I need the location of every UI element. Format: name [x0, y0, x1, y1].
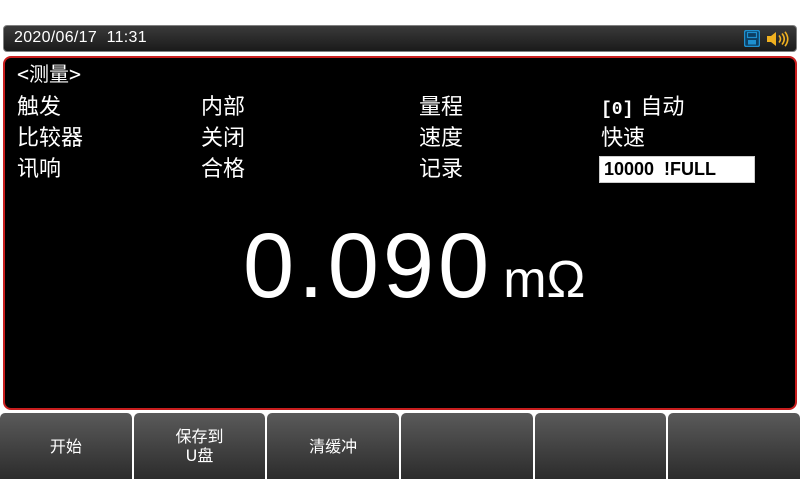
range-value[interactable]: [0] 自动: [601, 94, 684, 124]
softkey-4[interactable]: [401, 413, 533, 479]
trigger-value[interactable]: 内部: [201, 94, 245, 122]
save-to-usb-button[interactable]: 保存到 U盘: [133, 413, 266, 479]
instrument-screen: 2020/06/17 11:31 <测量> 触发 内部 量程 [0] 自动 比较…: [0, 0, 800, 500]
trigger-label: 触发: [17, 95, 62, 120]
range-label: 量程: [419, 95, 464, 120]
comparator-label: 比较器: [17, 126, 84, 151]
measurement-panel: <测量> 触发 内部 量程 [0] 自动 比较器 关闭 速度 快速 讯响 合格 …: [3, 56, 797, 410]
comparator-value[interactable]: 关闭: [201, 125, 245, 153]
speaker-sound-icon: [767, 31, 789, 47]
page-title: <测量>: [17, 62, 82, 86]
softkey-bar: 开始 保存到 U盘 清缓冲: [0, 413, 800, 479]
beep-label: 讯响: [17, 157, 62, 182]
clear-buffer-button[interactable]: 清缓冲: [267, 413, 400, 479]
speed-value[interactable]: 快速: [601, 125, 645, 153]
beep-value[interactable]: 合格: [201, 156, 245, 184]
range-mode: 自动: [640, 95, 685, 120]
reading-unit: mΩ: [503, 251, 586, 309]
record-label: 记录: [419, 157, 464, 182]
record-value[interactable]: 10000 !FULL: [599, 156, 755, 183]
measurement-reading: 0.090 mΩ: [243, 216, 585, 330]
start-button[interactable]: 开始: [0, 413, 132, 479]
speed-label: 速度: [419, 126, 464, 151]
reading-value: 0.090: [243, 215, 494, 317]
softkey-5[interactable]: [534, 413, 667, 479]
range-code: [0]: [601, 100, 634, 120]
softkey-6[interactable]: [668, 413, 800, 479]
usb-disk-icon: [744, 30, 760, 47]
datetime-display: 2020/06/17 11:31: [14, 29, 147, 46]
status-bar: 2020/06/17 11:31: [3, 25, 797, 52]
